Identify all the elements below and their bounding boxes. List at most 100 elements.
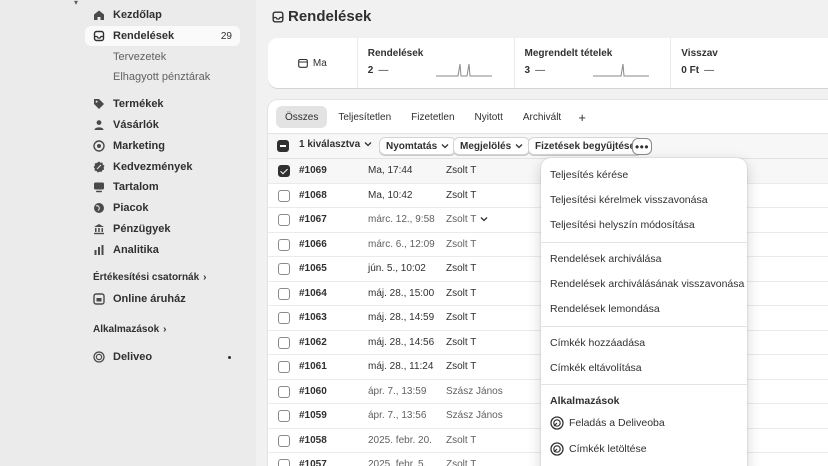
- sidebar-item-customers[interactable]: Vásárlók: [85, 115, 240, 135]
- order-customer[interactable]: Zsolt T: [446, 312, 476, 323]
- row-checkbox[interactable]: [278, 336, 290, 349]
- customer-name: Zsolt T: [446, 361, 477, 372]
- row-checkbox[interactable]: [278, 361, 290, 373]
- order-id[interactable]: #1065: [299, 263, 327, 274]
- sidebar-item-label: Pénzügyek: [113, 223, 171, 235]
- mark-as-button[interactable]: Megjelölés: [453, 137, 531, 155]
- order-id[interactable]: #1057: [299, 459, 327, 466]
- row-checkbox[interactable]: [278, 312, 290, 324]
- order-id[interactable]: #1062: [299, 337, 327, 348]
- menu-item-add-tags[interactable]: Címkék hozzáadása: [550, 334, 645, 352]
- sidebar-item-label: Termékek: [113, 98, 164, 110]
- tab-unpaid[interactable]: Fizetetlen: [402, 106, 463, 128]
- sidebar-item-finances[interactable]: Pénzügyek: [85, 219, 240, 239]
- sidebar-item-home[interactable]: Kezdőlap: [85, 5, 240, 25]
- order-customer[interactable]: Zsolt T: [446, 263, 476, 274]
- order-customer[interactable]: Zsolt T: [446, 214, 488, 225]
- row-checkbox[interactable]: [278, 287, 290, 300]
- order-customer[interactable]: Szász János: [446, 410, 503, 421]
- menu-item-remove-tags[interactable]: Címkék eltávolítása: [550, 359, 642, 377]
- row-checkbox[interactable]: [278, 165, 290, 177]
- sidebar-item-online-store[interactable]: Online áruház: [85, 289, 240, 309]
- order-id[interactable]: #1058: [299, 435, 327, 446]
- more-actions-button[interactable]: •••: [632, 138, 652, 155]
- tab-unfulfilled[interactable]: Teljesítetlen: [329, 106, 400, 128]
- menu-app-label: Feladás a Deliveoba: [569, 417, 665, 429]
- row-checkbox[interactable]: [278, 238, 290, 251]
- order-id[interactable]: #1060: [299, 386, 327, 397]
- order-customer[interactable]: Zsolt T: [446, 239, 476, 250]
- order-id[interactable]: #1061: [299, 361, 327, 372]
- order-date: 2025. febr. 20.: [368, 434, 432, 446]
- sidebar-item-label: Deliveo: [113, 351, 153, 363]
- order-customer[interactable]: Zsolt T: [446, 435, 476, 446]
- order-customer[interactable]: Zsolt T: [446, 459, 476, 466]
- order-customer[interactable]: Zsolt T: [446, 165, 476, 176]
- sparkline-items: [592, 63, 649, 77]
- tab-all[interactable]: Összes: [276, 106, 328, 128]
- sidebar-item-analytics[interactable]: Analitika: [85, 240, 240, 260]
- tab-archived[interactable]: Archivált: [514, 106, 570, 128]
- sidebar-item-markets[interactable]: Piacok: [85, 198, 240, 218]
- discount-icon: [93, 161, 105, 173]
- sidebar-subitem-abandoned-checkouts[interactable]: Elhagyott pénztárak: [113, 68, 210, 86]
- sidebar-item-marketing[interactable]: Marketing: [85, 136, 240, 156]
- row-checkbox[interactable]: [278, 263, 290, 275]
- order-id[interactable]: #1068: [299, 190, 327, 201]
- add-view-button[interactable]: +: [572, 106, 592, 128]
- menu-item-archive-orders[interactable]: Rendelések archiválása: [550, 250, 661, 268]
- menu-apps-heading: Alkalmazások: [550, 395, 620, 407]
- row-checkbox[interactable]: [278, 434, 290, 447]
- sidebar-item-orders[interactable]: Rendelések 29: [85, 26, 240, 46]
- sidebar-item-content[interactable]: Tartalom: [85, 177, 240, 197]
- order-id[interactable]: #1064: [299, 288, 327, 299]
- metric-returns[interactable]: Visszav 0 Ft —: [671, 38, 828, 88]
- order-customer[interactable]: Zsolt T: [446, 288, 476, 299]
- order-id[interactable]: #1067: [299, 214, 327, 225]
- menu-item-cancel-fulfillment-requests[interactable]: Teljesítési kérelmek visszavonása: [550, 191, 708, 209]
- metric-orders[interactable]: Rendelések 2 —: [358, 38, 515, 88]
- row-checkbox[interactable]: [278, 214, 290, 226]
- order-customer[interactable]: Zsolt T: [446, 361, 476, 372]
- order-customer[interactable]: Zsolt T: [446, 337, 476, 348]
- customer-name: Szász János: [446, 385, 503, 397]
- order-id[interactable]: #1063: [299, 312, 327, 323]
- order-id[interactable]: #1066: [299, 239, 327, 250]
- metric-value: 0 Ft: [681, 65, 700, 76]
- select-all-checkbox[interactable]: [277, 140, 289, 152]
- order-date: máj. 28., 15:00: [368, 287, 435, 299]
- apps-header[interactable]: Alkalmazások ›: [93, 324, 167, 335]
- menu-item-send-to-deliveo[interactable]: Feladás a Deliveoba: [550, 416, 665, 430]
- menu-item-request-fulfillment[interactable]: Teljesítés kérése: [550, 166, 628, 184]
- sidebar-subitem-drafts[interactable]: Tervezetek: [113, 48, 166, 66]
- order-customer[interactable]: Szász János: [446, 386, 503, 397]
- sidebar-item-label: Analitika: [113, 244, 159, 256]
- order-id[interactable]: #1059: [299, 410, 327, 421]
- menu-item-download-labels[interactable]: Címkék letöltése: [550, 442, 647, 456]
- sales-channels-header[interactable]: Értékesítési csatornák ›: [93, 272, 207, 283]
- tab-open[interactable]: Nyitott: [466, 106, 512, 128]
- sidebar-item-products[interactable]: Termékek: [85, 94, 240, 114]
- metric-trend: —: [378, 65, 389, 76]
- menu-item-cancel-orders[interactable]: Rendelések lemondása: [550, 300, 660, 318]
- sidebar-item-deliveo[interactable]: Deliveo: [85, 347, 240, 367]
- selection-count-dropdown[interactable]: 1 kiválasztva: [299, 139, 372, 150]
- metric-label: Visszav: [681, 48, 718, 59]
- row-checkbox[interactable]: [278, 385, 290, 398]
- order-customer[interactable]: Zsolt T: [446, 190, 476, 201]
- metric-label: Rendelések: [367, 48, 424, 59]
- row-checkbox[interactable]: [278, 459, 290, 466]
- print-button[interactable]: Nyomtatás: [379, 137, 457, 155]
- deliveo-icon: [93, 351, 105, 363]
- sidebar-item-label: Kedvezmények: [113, 161, 193, 173]
- sidebar-item-discounts[interactable]: Kedvezmények: [85, 157, 240, 177]
- menu-item-change-fulfillment-location[interactable]: Teljesítési helyszín módosítása: [550, 216, 695, 234]
- row-checkbox[interactable]: [278, 410, 290, 422]
- order-id[interactable]: #1069: [299, 165, 327, 176]
- metric-ordered-items[interactable]: Megrendelt tételek 3 —: [515, 38, 672, 88]
- menu-item-unarchive-orders[interactable]: Rendelések archiválásának visszavonása: [550, 275, 744, 293]
- row-checkbox[interactable]: [278, 189, 290, 202]
- capture-payments-button[interactable]: Fizetések begyűjtése: [528, 137, 643, 155]
- bulk-actions-bar: 1 kiválasztva Nyomtatás Megjelölés Fizet…: [268, 133, 828, 159]
- date-range-picker[interactable]: Ma: [268, 38, 358, 88]
